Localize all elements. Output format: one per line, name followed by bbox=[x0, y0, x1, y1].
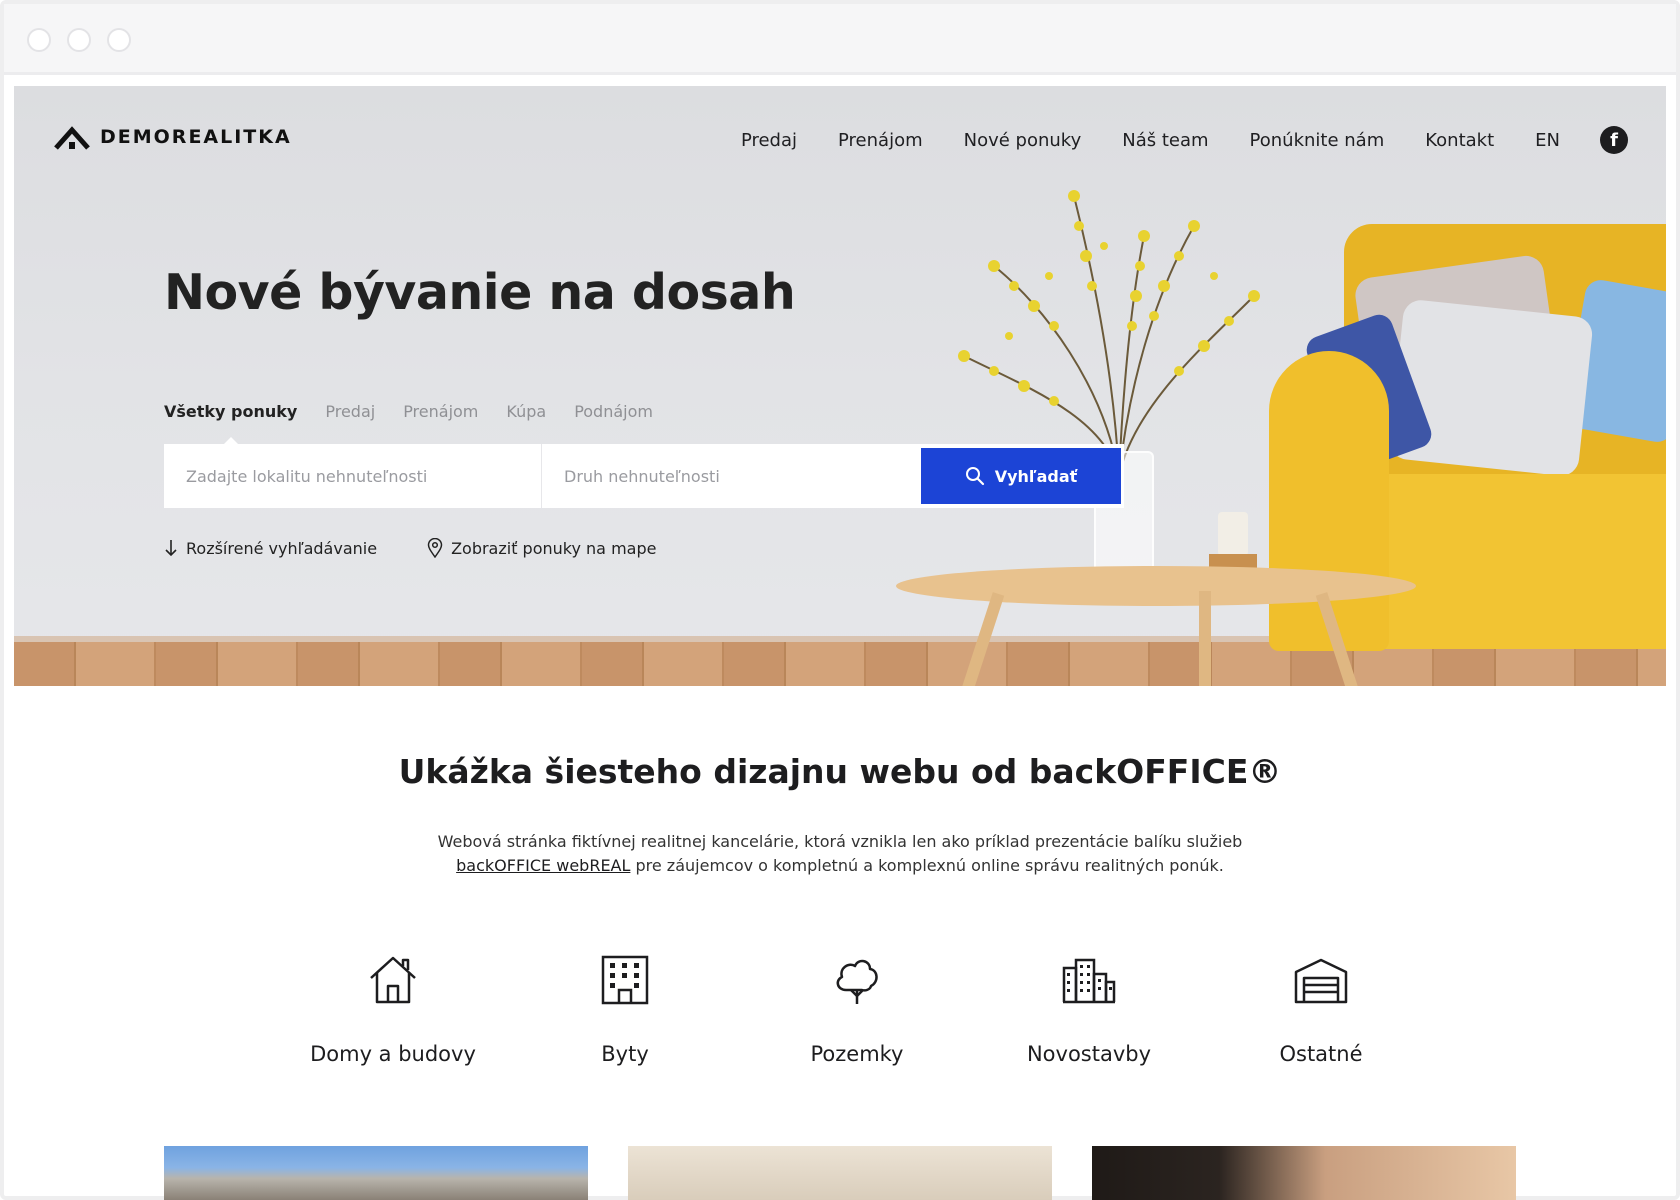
map-pin-icon bbox=[427, 538, 443, 558]
nav-item-nas-team[interactable]: Náš team bbox=[1122, 130, 1208, 151]
property-card-image[interactable] bbox=[1092, 1146, 1516, 1200]
sofa-seat bbox=[1344, 474, 1666, 649]
category-label: Novostavby bbox=[1026, 1042, 1152, 1066]
search-button[interactable]: Vyhľadať bbox=[921, 448, 1121, 504]
apartment-building-icon bbox=[601, 955, 649, 1005]
flower-branches-image bbox=[958, 190, 1260, 477]
advanced-search-label: Rozšírené vyhľadávanie bbox=[186, 538, 378, 558]
category-domy[interactable]: Domy a budovy bbox=[277, 952, 509, 1066]
window-minimize-button[interactable] bbox=[67, 28, 91, 52]
category-label: Pozemky bbox=[810, 1042, 904, 1066]
facebook-icon[interactable]: f bbox=[1600, 126, 1628, 154]
tab-vsetky-ponuky[interactable]: Všetky ponuky bbox=[164, 402, 297, 445]
tab-predaj[interactable]: Predaj bbox=[325, 402, 375, 421]
location-input[interactable]: Zadajte lokalitu nehnuteľnosti bbox=[164, 444, 542, 508]
intro-text-1: Webová stránka fiktívnej realitnej kance… bbox=[437, 832, 1243, 851]
browser-titlebar bbox=[4, 4, 1676, 75]
property-categories: Domy a budovy Byty Pozemky Novostavby Os… bbox=[277, 952, 1437, 1066]
offer-type-tabs: Všetky ponuky Predaj Prenájom Kúpa Podná… bbox=[164, 402, 681, 445]
brand-name: DEMOREALITKA bbox=[100, 126, 292, 148]
arrow-down-icon bbox=[165, 540, 177, 557]
roof-logo-icon bbox=[54, 126, 90, 150]
nav-item-kontakt[interactable]: Kontakt bbox=[1425, 130, 1494, 151]
search-icon bbox=[965, 467, 984, 486]
nav-item-predaj[interactable]: Predaj bbox=[741, 130, 797, 151]
category-label: Ostatné bbox=[1279, 1042, 1363, 1066]
intro-description: Webová stránka fiktívnej realitnej kance… bbox=[420, 830, 1260, 878]
property-card-image[interactable] bbox=[164, 1146, 588, 1200]
property-type-select[interactable]: Druh nehnuteľnosti bbox=[542, 444, 918, 508]
nav-item-nove-ponuky[interactable]: Nové ponuky bbox=[964, 130, 1082, 151]
tab-podnajom[interactable]: Podnájom bbox=[574, 402, 653, 421]
search-bar: Zadajte lokalitu nehnuteľnosti Druh nehn… bbox=[164, 444, 1124, 508]
table-leg bbox=[1199, 591, 1211, 686]
site-logo[interactable]: DEMOREALITKA bbox=[54, 124, 292, 150]
coffee-table bbox=[896, 566, 1416, 606]
language-switch-en[interactable]: EN bbox=[1535, 130, 1560, 151]
category-label: Byty bbox=[601, 1042, 649, 1066]
window-close-button[interactable] bbox=[27, 28, 51, 52]
intro-title: Ukážka šiesteho dizajnu webu od backOFFI… bbox=[398, 752, 1282, 791]
nav-item-ponuknite-nam[interactable]: Ponúknite nám bbox=[1250, 130, 1385, 151]
category-pozemky[interactable]: Pozemky bbox=[741, 952, 973, 1066]
webreal-link[interactable]: backOFFICE webREAL bbox=[456, 856, 630, 875]
candle bbox=[1218, 512, 1248, 556]
hero-banner: DEMOREALITKA Predaj Prenájom Nové ponuky… bbox=[14, 86, 1666, 686]
map-view-link[interactable]: Zobraziť ponuky na mape bbox=[427, 538, 656, 558]
tree-icon bbox=[836, 959, 878, 1004]
advanced-search-link[interactable]: Rozšírené vyhľadávanie bbox=[164, 539, 377, 558]
search-button-label: Vyhľadať bbox=[994, 466, 1078, 486]
nav-item-prenajom[interactable]: Prenájom bbox=[838, 130, 923, 151]
map-view-label: Zobraziť ponuky na mape bbox=[451, 538, 657, 558]
window-maximize-button[interactable] bbox=[107, 28, 131, 52]
category-label: Domy a budovy bbox=[310, 1042, 476, 1066]
search-extra-links: Rozšírené vyhľadávanie Zobraziť ponuky n… bbox=[164, 538, 706, 558]
new-buildings-icon bbox=[1062, 958, 1116, 1004]
category-byty[interactable]: Byty bbox=[509, 952, 741, 1066]
house-icon bbox=[370, 956, 416, 1004]
garage-icon bbox=[1294, 958, 1348, 1004]
tab-kupa[interactable]: Kúpa bbox=[506, 402, 546, 421]
main-nav: Predaj Prenájom Nové ponuky Náš team Pon… bbox=[700, 126, 1628, 154]
category-ostatne[interactable]: Ostatné bbox=[1205, 952, 1437, 1066]
category-novostavby[interactable]: Novostavby bbox=[973, 952, 1205, 1066]
tab-prenajom[interactable]: Prenájom bbox=[403, 402, 478, 421]
hero-title: Nové bývanie na dosah bbox=[164, 264, 796, 321]
intro-text-2: pre záujemcov o kompletnú a komplexnú on… bbox=[630, 856, 1224, 875]
cushion bbox=[1388, 298, 1594, 478]
property-card-image[interactable] bbox=[628, 1146, 1052, 1200]
